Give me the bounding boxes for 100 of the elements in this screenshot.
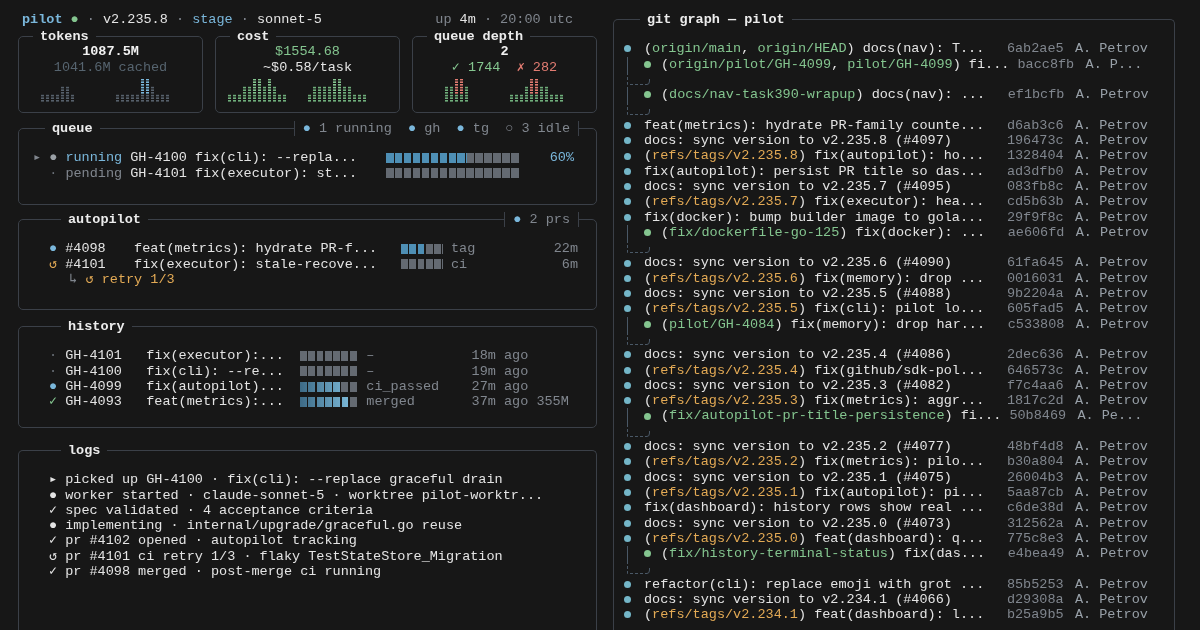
commit-author: A. Petrov: [1075, 316, 1149, 332]
uptime-clock: up 4m · 20:00 utc: [435, 12, 573, 29]
commit-hash: 48bf4d8: [1006, 439, 1064, 455]
commit-dot: [624, 137, 631, 145]
commit-message: (fix/autopilot-pr-title-persistence) fi...: [661, 408, 1002, 424]
commit-dot: [624, 351, 631, 359]
commit-hash: 61fa645: [1006, 255, 1064, 271]
age-label: 19m ago: [471, 363, 530, 379]
status-label: pending: [65, 165, 123, 181]
task-title: fix(autopilot)...: [146, 378, 285, 395]
commit-author: A. Petrov: [1074, 41, 1148, 57]
commit-message: (refs/tags/v2.235.2) fix(metrics): pilo...: [644, 454, 986, 470]
status-icon: ●: [49, 241, 66, 257]
caret-icon: ▸: [33, 150, 50, 166]
stat-value: 2: [500, 44, 509, 60]
commit-message: docs: sync version to v2.235.2 (#4077): [644, 439, 953, 455]
commit-hash: bacc8fb: [1017, 56, 1075, 72]
commit-dot: [624, 274, 631, 282]
panel-title: queue: [51, 122, 94, 137]
merge-line: [627, 423, 651, 439]
task-title: GH-4100 fix(cli): --repla...: [130, 150, 358, 166]
commit-hash: b30a804: [1006, 454, 1064, 470]
log-text: pr #4102 opened · autopilot tracking: [65, 533, 357, 549]
commit-hash: 5aa87cb: [1006, 484, 1064, 501]
commit-hash: 29f9f8c: [1006, 209, 1064, 225]
commit-author: A. Petrov: [1074, 515, 1148, 531]
commit-dot: [624, 504, 631, 512]
merge-line: [627, 331, 651, 348]
commit-hash: 26004b3: [1006, 469, 1064, 485]
commit-author: A. Petrov: [1074, 393, 1148, 409]
commit-hash: 646573c: [1006, 362, 1064, 378]
graph-line: [627, 224, 628, 241]
log-icon: ▸: [49, 472, 66, 488]
stage-label: ci: [449, 256, 469, 272]
stat-detail: ✓ 1744 ✗ 282: [451, 59, 558, 75]
log-icon: ✓: [49, 564, 66, 580]
commit-hash: d6ab3c6: [1006, 117, 1064, 134]
status-icon: ●: [49, 150, 66, 166]
commit-dot: [624, 397, 631, 405]
commit-message: (refs/tags/v2.235.5) fix(cli): pilot lo...: [644, 301, 986, 317]
commit-dot: [624, 121, 631, 129]
commit-message: fix(autopilot): persist PR title so das...: [644, 163, 986, 179]
panel-title: logs: [67, 444, 102, 459]
commit-hash: 50b8469: [1009, 408, 1067, 424]
stage-label: tag: [449, 241, 477, 257]
commit-dot: [624, 45, 631, 53]
commit-hash: 312562a: [1006, 515, 1064, 531]
progress-track: [300, 366, 359, 377]
commit-dot: [624, 458, 631, 466]
merge-line: [627, 561, 651, 577]
panel-title: git graph — pilot: [646, 13, 786, 28]
stat-value: 1087.5M: [82, 44, 139, 60]
merge-line: [627, 102, 651, 118]
commit-dot: [624, 473, 631, 481]
task-id: GH-4100: [65, 363, 123, 379]
commit-dot: [624, 381, 631, 389]
commit-hash: ae606fd: [1007, 224, 1065, 241]
commit-dot: [624, 305, 631, 313]
commit-dot: [624, 366, 631, 374]
commit-message: docs: sync version to v2.234.1 (#4066): [644, 592, 953, 608]
task-title: GH-4101 fix(executor): st...: [130, 165, 358, 181]
commit-message: (refs/tags/v2.235.4) fix(github/sdk-pol...: [644, 362, 986, 378]
commit-hash: 6ab2ae5: [1006, 41, 1064, 57]
age-label: 6m: [561, 256, 578, 272]
commit-dot: [624, 259, 631, 267]
commit-dot: [644, 320, 651, 328]
commit-message: (origin/pilot/GH-4099, pilot/GH-4099) fi...: [661, 56, 1010, 72]
status-label: running: [65, 150, 123, 166]
panel-title: history: [67, 320, 126, 335]
pr-number: #4101: [65, 256, 107, 272]
task-title: fix(cli): --re...: [146, 363, 285, 379]
commit-author: A. Petrov: [1074, 530, 1148, 547]
log-icon: ✓: [49, 502, 66, 519]
commit-author: A. Petrov: [1074, 362, 1148, 378]
commit-author: A. Petrov: [1075, 224, 1149, 241]
commit-message: (refs/tags/v2.235.3) fix(metrics): aggr...: [644, 393, 986, 409]
commit-author: A. Petrov: [1075, 87, 1149, 103]
commit-author: A. Petrov: [1074, 500, 1148, 516]
task-title: fix(executor):...: [146, 348, 285, 364]
log-icon: ↺: [49, 548, 66, 565]
commit-dot: [624, 213, 631, 221]
commit-author: A. Petrov: [1074, 286, 1148, 302]
commit-dot: [644, 229, 651, 236]
commit-message: docs: sync version to v2.235.5 (#4088): [644, 286, 953, 302]
merge-line: [627, 71, 651, 88]
commit-message: fix(docker): bump builder image to gola...: [644, 209, 986, 225]
commit-author: A. Petrov: [1074, 133, 1148, 149]
commit-dot: [624, 198, 631, 206]
log-text: pr #4101 ci retry 1/3 · flaky TestStateStore_Migration: [65, 548, 503, 565]
commit-author: A. Petrov: [1075, 546, 1149, 562]
log-icon: ●: [49, 487, 66, 503]
commit-dot: [624, 152, 631, 160]
commit-message: (refs/tags/v2.235.0) feat(dashboard): q...: [644, 530, 986, 547]
commit-author: A. Petrov: [1074, 255, 1148, 271]
commit-author: A. Petrov: [1074, 484, 1148, 501]
commit-message: (fix/history-terminal-status) fix(das...: [661, 546, 987, 562]
status-icon: ·: [49, 348, 66, 364]
card-title: cost: [236, 29, 271, 45]
commit-hash: c6de38d: [1006, 500, 1064, 516]
status-label: –: [365, 363, 376, 379]
